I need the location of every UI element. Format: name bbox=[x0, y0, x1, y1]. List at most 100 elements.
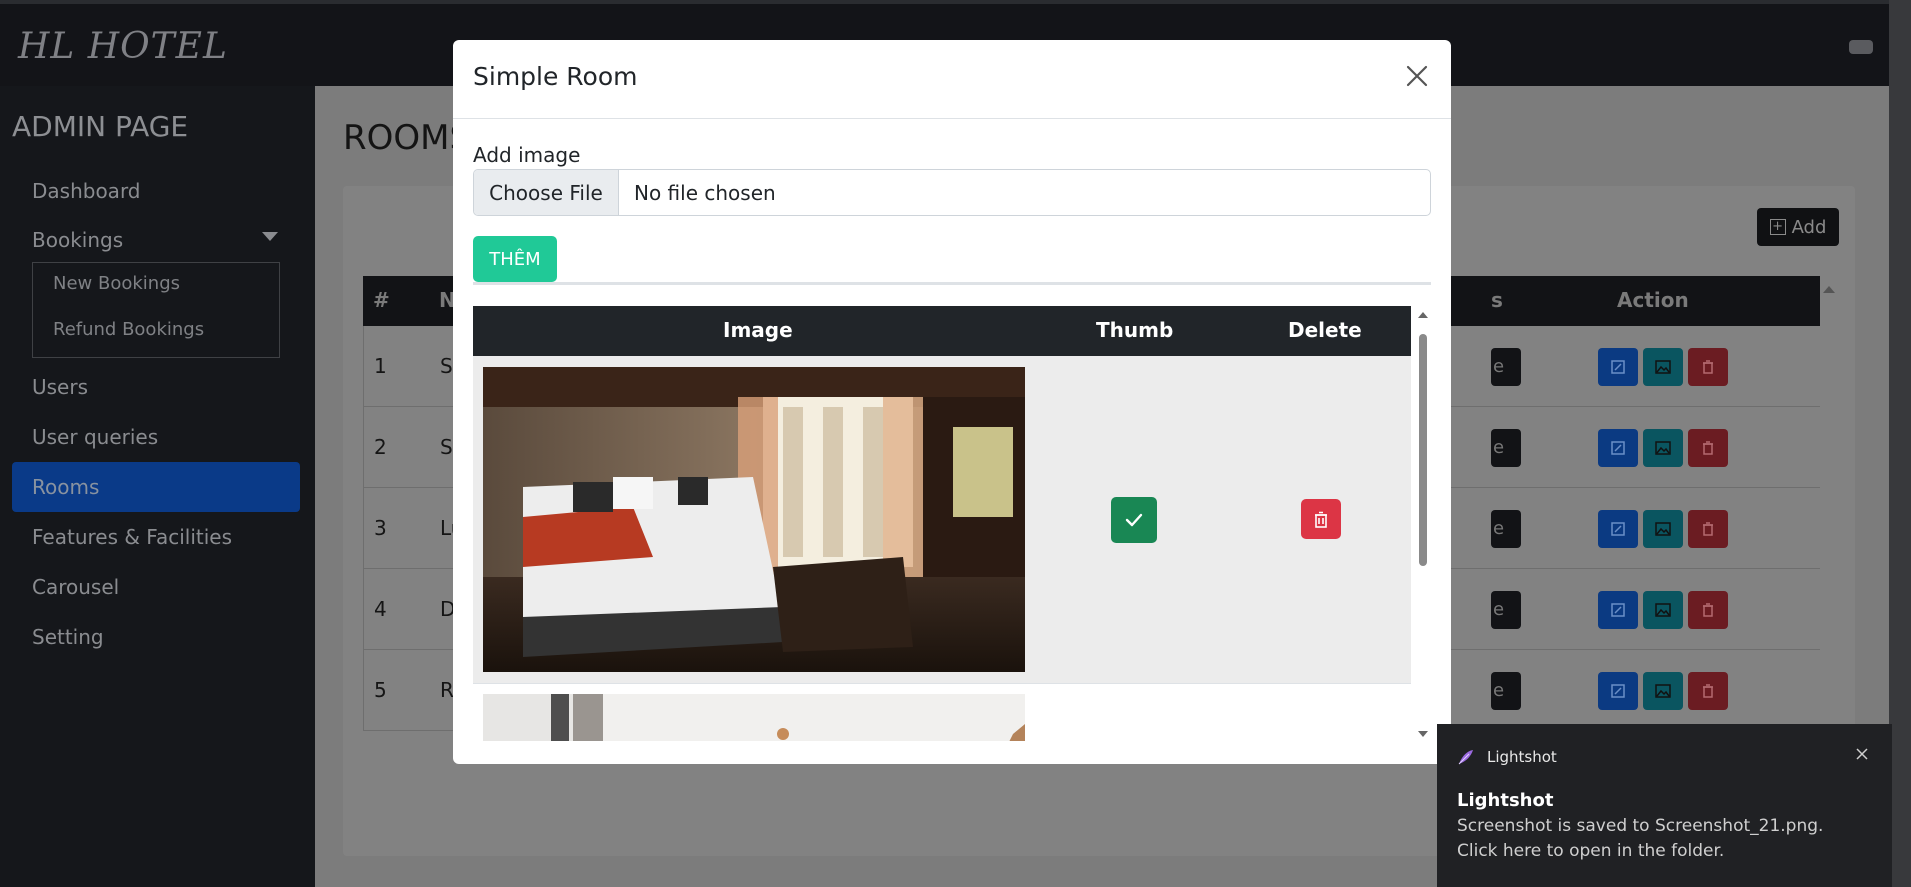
close-icon[interactable] bbox=[1854, 746, 1870, 762]
toast-title: Lightshot bbox=[1457, 790, 1554, 811]
row-number: 1 bbox=[374, 354, 387, 378]
col-delete: Delete bbox=[1288, 318, 1362, 342]
sidebar-subitem-new-bookings[interactable]: New Bookings bbox=[53, 273, 180, 294]
delete-button[interactable] bbox=[1688, 348, 1728, 386]
scroll-down-icon[interactable] bbox=[1418, 731, 1428, 737]
page-title: ROOMS bbox=[343, 118, 472, 158]
check-icon bbox=[1125, 513, 1143, 527]
edit-button[interactable] bbox=[1598, 429, 1638, 467]
row-name: S bbox=[440, 435, 453, 459]
add-button-label: Add bbox=[1791, 216, 1827, 238]
status-button[interactable]: e bbox=[1491, 591, 1521, 629]
plus-icon: + bbox=[1769, 219, 1786, 235]
delete-button[interactable] bbox=[1688, 429, 1728, 467]
divider bbox=[473, 282, 1431, 285]
notification-toast[interactable]: Lightshot Lightshot Screenshot is saved … bbox=[1437, 724, 1892, 887]
images-button[interactable] bbox=[1643, 510, 1683, 548]
image-icon bbox=[1655, 603, 1671, 617]
edit-button[interactable] bbox=[1598, 672, 1638, 710]
sidebar-item-dashboard[interactable]: Dashboard bbox=[32, 179, 141, 203]
room-images-modal: Simple Room Add image Choose File No fil… bbox=[453, 40, 1451, 764]
modal-title: Simple Room bbox=[473, 62, 638, 91]
images-button[interactable] bbox=[1643, 429, 1683, 467]
bookings-submenu: New Bookings Refund Bookings bbox=[32, 262, 280, 358]
sidebar: ADMIN PAGE Dashboard Bookings New Bookin… bbox=[0, 86, 315, 887]
room-photo bbox=[483, 367, 1025, 672]
delete-button[interactable] bbox=[1688, 591, 1728, 629]
row-number: 3 bbox=[374, 516, 387, 540]
add-image-label: Add image bbox=[473, 143, 581, 167]
col-image: Image bbox=[723, 318, 793, 342]
col-action: Action bbox=[1617, 288, 1689, 312]
feather-icon bbox=[1458, 750, 1473, 765]
edit-icon bbox=[1611, 522, 1625, 536]
delete-button[interactable] bbox=[1688, 510, 1728, 548]
edit-button[interactable] bbox=[1598, 348, 1638, 386]
image-icon bbox=[1655, 360, 1671, 374]
submit-image-button[interactable]: THÊM bbox=[473, 236, 557, 282]
edit-icon bbox=[1611, 360, 1625, 374]
room-images-table: Image Thumb Delete bbox=[473, 306, 1411, 741]
trash-icon bbox=[1703, 603, 1713, 617]
sidebar-item-bookings[interactable]: Bookings bbox=[32, 228, 123, 252]
images-button[interactable] bbox=[1643, 348, 1683, 386]
admin-title: ADMIN PAGE bbox=[12, 110, 189, 143]
delete-button[interactable] bbox=[1688, 672, 1728, 710]
trash-icon bbox=[1703, 684, 1713, 698]
status-button[interactable]: e bbox=[1491, 348, 1521, 386]
toast-app-name: Lightshot bbox=[1487, 748, 1557, 766]
row-name: S bbox=[440, 354, 453, 378]
sidebar-item-carousel[interactable]: Carousel bbox=[32, 575, 119, 599]
sidebar-item-features[interactable]: Features & Facilities bbox=[32, 525, 232, 549]
trash-icon bbox=[1703, 360, 1713, 374]
edit-icon bbox=[1611, 603, 1625, 617]
images-scrollbar[interactable] bbox=[1414, 306, 1431, 741]
col-status: s bbox=[1491, 288, 1503, 312]
close-icon[interactable] bbox=[1403, 62, 1431, 90]
image-icon bbox=[1655, 684, 1671, 698]
page-scrollbar[interactable] bbox=[1889, 0, 1911, 887]
col-thumb: Thumb bbox=[1096, 318, 1174, 342]
row-number: 5 bbox=[374, 678, 387, 702]
status-button[interactable]: e bbox=[1491, 672, 1521, 710]
navbar-toggle-button[interactable] bbox=[1849, 40, 1873, 54]
status-button[interactable]: e bbox=[1491, 510, 1521, 548]
edit-icon bbox=[1611, 441, 1625, 455]
sidebar-item-users[interactable]: Users bbox=[32, 375, 88, 399]
modal-body: Add image Choose File No file chosen THÊ… bbox=[473, 119, 1431, 764]
sort-up-icon bbox=[1823, 286, 1835, 293]
image-file-input[interactable]: Choose File No file chosen bbox=[473, 169, 1431, 216]
images-button[interactable] bbox=[1643, 672, 1683, 710]
choose-file-button[interactable]: Choose File bbox=[474, 170, 619, 215]
trash-icon bbox=[1703, 441, 1713, 455]
room-photo bbox=[483, 694, 1025, 741]
scroll-thumb[interactable] bbox=[1419, 334, 1427, 566]
image-icon bbox=[1655, 522, 1671, 536]
sidebar-item-setting[interactable]: Setting bbox=[32, 625, 104, 649]
delete-image-button[interactable] bbox=[1301, 499, 1341, 539]
brand-logo[interactable]: HL HOTEL bbox=[18, 26, 228, 67]
images-button[interactable] bbox=[1643, 591, 1683, 629]
sidebar-item-rooms[interactable]: Rooms bbox=[32, 475, 99, 499]
set-thumb-button[interactable] bbox=[1111, 497, 1157, 543]
table-row bbox=[473, 684, 1411, 741]
file-status-text: No file chosen bbox=[634, 180, 776, 205]
edit-button[interactable] bbox=[1598, 591, 1638, 629]
toast-message[interactable]: Screenshot is saved to Screenshot_21.png… bbox=[1457, 814, 1867, 864]
add-room-button[interactable]: + Add bbox=[1757, 208, 1839, 246]
images-table-header: Image Thumb Delete bbox=[473, 306, 1411, 356]
trash-icon bbox=[1703, 522, 1713, 536]
col-number: # bbox=[373, 288, 390, 312]
row-number: 4 bbox=[374, 597, 387, 621]
edit-button[interactable] bbox=[1598, 510, 1638, 548]
sidebar-item-user-queries[interactable]: User queries bbox=[32, 425, 158, 449]
sidebar-subitem-refund-bookings[interactable]: Refund Bookings bbox=[53, 319, 204, 340]
chevron-down-icon[interactable] bbox=[262, 232, 278, 241]
modal-header: Simple Room bbox=[453, 40, 1451, 119]
table-row bbox=[473, 356, 1411, 684]
status-button[interactable]: e bbox=[1491, 429, 1521, 467]
edit-icon bbox=[1611, 684, 1625, 698]
scroll-up-icon[interactable] bbox=[1418, 312, 1428, 318]
trash-icon bbox=[1315, 511, 1327, 528]
image-icon bbox=[1655, 441, 1671, 455]
